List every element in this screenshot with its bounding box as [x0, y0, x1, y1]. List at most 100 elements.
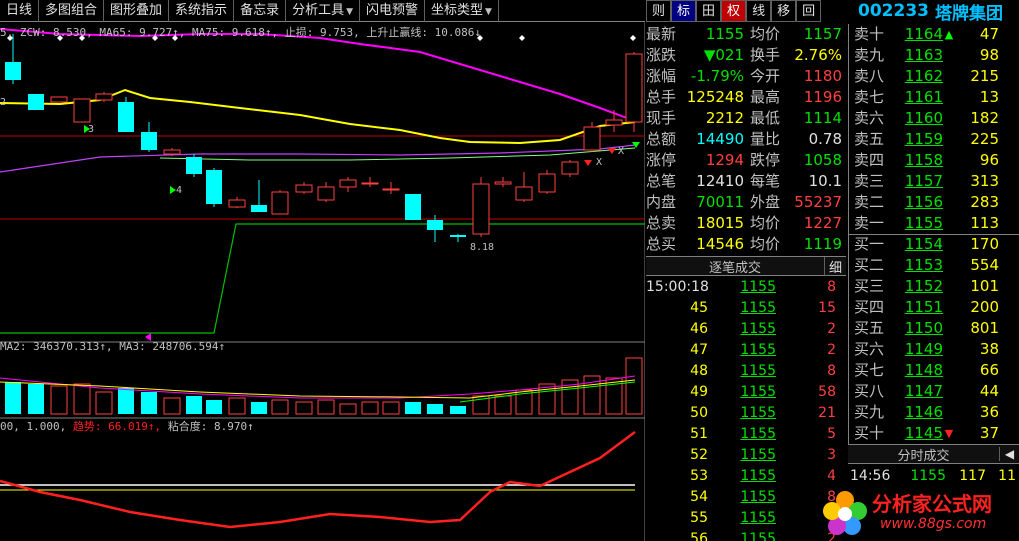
bid-row[interactable]: 买九 1146 36	[849, 402, 1019, 423]
bid-row[interactable]: 买一 1154 170	[849, 234, 1019, 255]
tick-vol: 5	[827, 426, 836, 442]
book-vol: 66	[979, 361, 999, 379]
book-vol: 801	[970, 319, 999, 337]
menu-item[interactable]: 坐标类型 ▼	[425, 0, 499, 22]
bid-row[interactable]: 买六 1149 38	[849, 339, 1019, 360]
menu-item[interactable]: 图形叠加	[104, 0, 170, 22]
quote-row: 涨跌 ▼021 换手 2.76%	[646, 45, 846, 66]
tick-row: 50 1155 21	[646, 403, 846, 424]
ask-row[interactable]: 卖二 1156 283	[849, 192, 1019, 213]
quote-row: 现手 2212 最低 1114	[646, 108, 846, 129]
candle-body	[625, 53, 643, 123]
ma-green-step-line	[0, 223, 645, 334]
menu-item[interactable]: 多图组合	[39, 0, 105, 22]
ask-row[interactable]: 卖九 1163 98	[849, 45, 1019, 66]
book-price: 1151	[904, 298, 943, 316]
ask-row[interactable]: 卖十 1164 ▲ 47	[849, 24, 1019, 45]
quote-v1: 12410	[696, 172, 744, 190]
bid-row[interactable]: 买四 1151 200	[849, 297, 1019, 318]
tick-list[interactable]: 15:00:18 1155 8 45 1155 15 46 1155 2 47 1155 2 48 115…	[646, 277, 846, 541]
ask-row[interactable]: 卖三 1157 313	[849, 171, 1019, 192]
book-price: 1162	[904, 67, 943, 85]
book-arrow	[943, 213, 955, 234]
tick-price: 1155	[740, 510, 776, 526]
book-label: 卖六	[854, 109, 885, 127]
ask-row[interactable]: 卖五 1159 225	[849, 129, 1019, 150]
book-label: 买十	[854, 424, 885, 442]
candle-body	[605, 119, 623, 126]
book-price: 1149	[904, 340, 943, 358]
tick-title: 逐笔成交	[708, 260, 761, 276]
bid-row[interactable]: 买七 1148 66	[849, 360, 1019, 381]
tick-price: 1155	[740, 447, 776, 463]
chart-svg[interactable]: 2 3 4 8.18 X X	[0, 22, 645, 541]
view-tabs: 则标田权线移回	[646, 0, 822, 22]
volume-bar	[118, 388, 134, 414]
left-axis-label: 2	[0, 97, 6, 108]
timeshare-expand-icon[interactable]: ◀	[999, 447, 1019, 461]
bid-row[interactable]: 买二 1153 554	[849, 255, 1019, 276]
bid-row[interactable]: 买五 1150 801	[849, 318, 1019, 339]
timeshare-header: 分时成交 ◀	[848, 444, 1019, 464]
view-tab[interactable]: 权	[721, 0, 747, 22]
tick-detail-button[interactable]: 细	[824, 256, 846, 276]
ask-row[interactable]: 卖四 1158 96	[849, 150, 1019, 171]
view-tab[interactable]: 田	[696, 0, 722, 22]
book-arrow	[943, 66, 955, 87]
book-vol: 101	[970, 277, 999, 295]
candle-body	[163, 149, 181, 155]
menu-item[interactable]: 闪电预警	[360, 0, 426, 22]
book-arrow	[943, 255, 955, 276]
menu-item[interactable]: 分析工具 ▼	[286, 0, 361, 22]
book-price: 1164	[904, 25, 943, 43]
ask-row[interactable]: 卖一 1155 113	[849, 213, 1019, 234]
menu-item[interactable]: 系统指示	[169, 0, 235, 22]
quote-l2: 每笔	[749, 172, 780, 190]
view-tab[interactable]: 线	[746, 0, 772, 22]
menu-bar: 日线 多图组合 图形叠加 系统指示 备忘录 分析工具 ▼ 闪电预警 坐标类型 ▼	[0, 0, 645, 22]
book-price: 1145	[904, 424, 943, 442]
book-arrow: ▼	[944, 427, 954, 440]
book-arrow: ▲	[944, 28, 954, 41]
tick-time: 53	[690, 468, 708, 484]
tick-time: 54	[690, 489, 708, 505]
view-tab[interactable]: 则	[646, 0, 672, 22]
ask-row[interactable]: 卖八 1162 215	[849, 66, 1019, 87]
ask-row[interactable]: 卖七 1161 13	[849, 87, 1019, 108]
view-tab[interactable]: 移	[771, 0, 797, 22]
book-vol: 554	[970, 256, 999, 274]
tick-vol: 8	[827, 279, 836, 295]
kline-chart[interactable]: 2 3 4 8.18 X X 5, ZCW: 8.530, MA65: 9.72…	[0, 22, 645, 541]
book-label: 卖十	[854, 25, 885, 43]
tick-time: 46	[690, 321, 708, 337]
book-label: 买八	[854, 382, 885, 400]
book-arrow	[943, 234, 955, 255]
bid-row[interactable]: 买三 1152 101	[849, 276, 1019, 297]
tick-time: 47	[690, 342, 708, 358]
bid-row[interactable]: 买十 1145 ▼ 37	[849, 423, 1019, 444]
volume-bar	[50, 385, 68, 415]
watermark-url: www.88gs.com	[880, 516, 987, 532]
quote-v1: 14546	[696, 235, 744, 253]
menu-item[interactable]: 日线	[0, 0, 40, 22]
candle-body	[295, 184, 313, 193]
ask-row[interactable]: 卖六 1160 182	[849, 108, 1019, 129]
view-tab[interactable]: 标	[671, 0, 697, 22]
menu-item[interactable]: 备忘录	[234, 0, 287, 22]
quote-v1: ▼021	[703, 46, 744, 64]
bid-row[interactable]: 买八 1147 44	[849, 381, 1019, 402]
view-tab[interactable]: 回	[796, 0, 822, 22]
volume-bar	[186, 396, 202, 414]
candle-body	[583, 126, 601, 151]
book-price: 1158	[904, 151, 943, 169]
quote-l2: 今开	[749, 67, 780, 85]
tick-row: 46 1155 2	[646, 319, 846, 340]
ma75-line	[0, 88, 636, 145]
quote-row: 总额 14490 量比 0.78	[646, 129, 846, 150]
quote-v1: 70011	[696, 193, 744, 211]
book-arrow	[943, 381, 955, 402]
candle-body	[186, 157, 202, 174]
tick-time: 49	[690, 384, 708, 400]
tick-row: 56 1155 2	[646, 529, 846, 541]
book-price: 1159	[904, 130, 943, 148]
